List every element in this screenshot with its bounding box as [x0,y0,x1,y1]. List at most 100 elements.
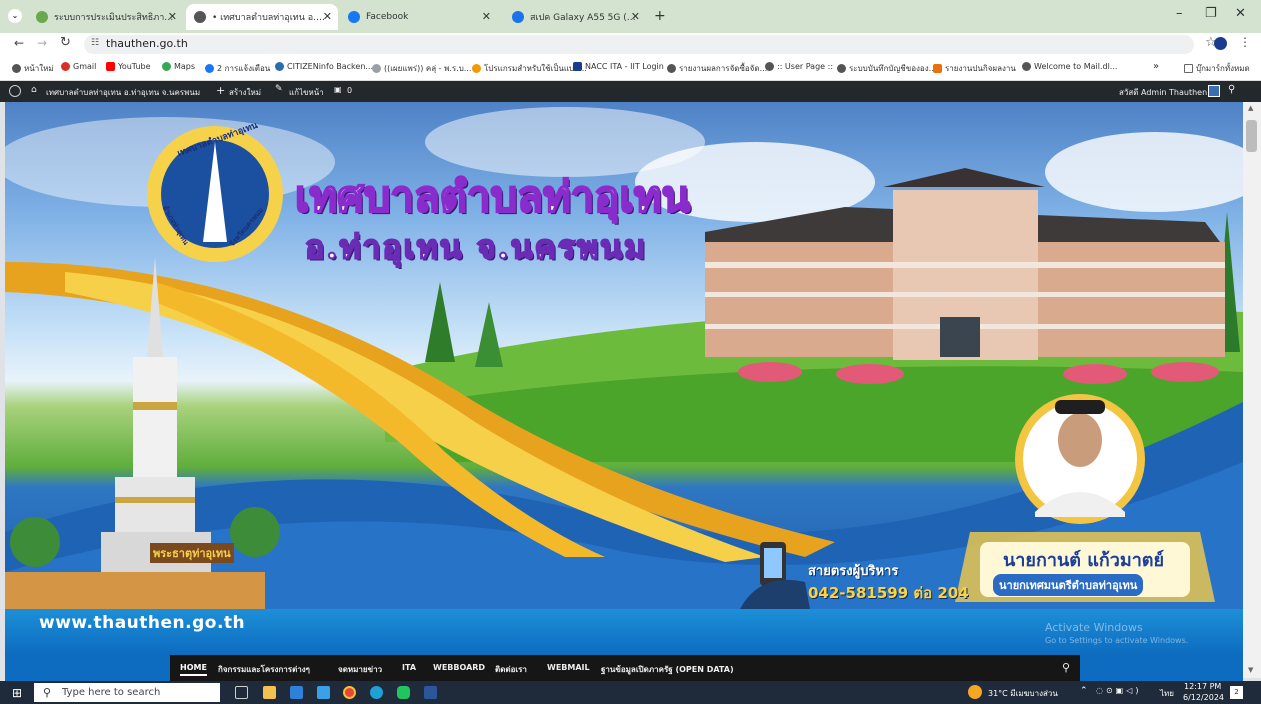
restore-icon[interactable]: ❐ [1205,6,1217,21]
store-icon[interactable] [317,686,330,699]
nav-webmail[interactable]: WEBMAIL [547,663,590,672]
bookmark-item[interactable]: รายงานปนกิจผลงาน [933,62,1016,75]
nav-bg [1080,655,1243,681]
tab-close-icon[interactable]: ✕ [482,10,491,23]
extension-icon[interactable] [1214,37,1227,50]
bookmark-item[interactable]: ((เผยแพร่)) คลุ่ - พ.ร.บ... [372,62,471,75]
wp-admin-bar: ⌂ เทศบาลตำบลท่าอุเทน อ.ท่าอุเทน จ.นครพนม… [0,81,1261,102]
tab-close-icon[interactable]: ✕ [323,10,332,23]
clock-time[interactable]: 12:17 PM [1184,682,1221,691]
tab-3[interactable]: สเปค Galaxy A55 5G (A Awesom ✕ [504,4,646,30]
language-indicator[interactable]: ไทย [1160,687,1174,700]
forward-icon[interactable]: → [37,36,47,50]
taskbar-search-placeholder: Type here to search [62,687,161,698]
bookmark-item[interactable]: CITIZENinfo Backen... [275,62,373,71]
address-bar[interactable]: ☷ thauthen.go.th [84,35,1194,54]
tab-1[interactable]: • เทศบาลตำบลท่าอุเทน อ.ท่าอุเทน จ. ✕ [186,4,338,30]
scroll-up-icon[interactable]: ▲ [1248,104,1253,112]
tab-favicon [36,11,48,23]
bookmark-item[interactable]: :: User Page :: [765,62,833,71]
nav-activities[interactable]: กิจกรรมและโครงการต่างๆ [218,663,310,676]
facebook-icon [205,64,214,73]
all-bookmarks[interactable]: บุ๊กมาร์กทั้งหมด [1184,62,1250,75]
wordpress-icon[interactable] [9,85,21,97]
bookmark-icon [372,64,381,73]
bookmark-item[interactable]: Maps [162,62,195,71]
bookmark-icon [837,64,846,73]
minimize-icon[interactable]: – [1176,6,1183,21]
task-view-icon[interactable] [235,686,248,699]
tab-search-icon[interactable]: ⌄ [8,9,22,23]
tray-icons[interactable]: ◌⊙▣◁) [1096,686,1142,695]
edge-icon[interactable] [370,686,383,699]
scroll-thumb[interactable] [1246,120,1257,152]
wp-search-icon[interactable]: ⚲ [1228,84,1235,95]
tab-0[interactable]: ระบบการประเมินประสิทธิภาพขององค์ ✕ [28,4,183,30]
page-scrollbar[interactable]: ▲ ▼ [1243,102,1261,678]
taskbar-search-input[interactable]: ⚲ Type here to search [34,683,220,702]
bookmark-item[interactable]: YouTube [106,62,151,71]
tab-close-icon[interactable]: ✕ [168,10,177,23]
wp-site-name[interactable]: เทศบาลตำบลท่าอุเทน อ.ท่าอุเทน จ.นครพนม [46,86,200,99]
menu-icon[interactable]: ⋮ [1239,35,1251,49]
bookmarks-overflow[interactable]: » [1153,61,1159,72]
comment-icon[interactable]: ▣ [334,85,342,94]
file-explorer-icon[interactable] [263,686,276,699]
nav-newsletter[interactable]: จดหมายข่าว [338,663,382,676]
new-tab-button[interactable]: + [654,8,666,24]
windows-start-icon[interactable]: ⊞ [12,686,22,700]
notification-count: 2 [1234,688,1239,696]
bookmark-item[interactable]: หน้าใหม่ [12,62,54,75]
bookmark-icon [12,64,21,73]
mail-icon[interactable] [290,686,303,699]
bookmark-item[interactable]: 2 การแจ้งเตือน [205,62,270,75]
bookmark-item[interactable]: NACC ITA - IIT Login [573,62,664,71]
home-icon: ⌂ [31,85,37,95]
search-icon: ⚲ [43,686,52,699]
line-icon[interactable] [397,686,410,699]
nav-home[interactable]: HOME [180,663,207,676]
scroll-down-icon[interactable]: ▼ [1248,666,1253,674]
site-info-icon[interactable]: ☷ [91,38,99,48]
wp-greeting[interactable]: สวัสดี Admin Thauthen [1119,86,1207,99]
weather-icon[interactable] [968,685,982,699]
clock-date[interactable]: 6/12/2024 [1183,693,1224,702]
bookmark-item[interactable]: โปรแกรมสำหรับใช้เป็นแบบ... [472,62,587,75]
nav-open-data[interactable]: ฐานข้อมูลเปิดภาครัฐ (OPEN DATA) [601,663,734,676]
mayor-portrait [1015,394,1145,524]
nav-bg [5,655,170,681]
bookmark-icon [472,64,481,73]
site-subtitle: อ.ท่าอุเทน จ.นครพนม [304,227,648,267]
bookmark-item[interactable]: Welcome to Mail.dl... [1022,62,1117,71]
nav-ita[interactable]: ITA [402,663,416,672]
tab-strip: ⌄ ระบบการประเมินประสิทธิภาพขององค์ ✕ • เ… [0,0,1261,33]
wp-new[interactable]: สร้างใหม่ [229,86,261,99]
wp-edit-page[interactable]: แก้ไขหน้า [289,86,324,99]
nav-contact[interactable]: ติดต่อเรา [495,663,527,676]
bookmark-item[interactable]: ระบบบันทึกบัญชีขององ... [837,62,936,75]
bookmarks-bar: หน้าใหม่ Gmail YouTube Maps 2 การแจ้งเตื… [0,55,1261,81]
main-nav: HOME กิจกรรมและโครงการต่างๆ จดหมายข่าว I… [170,655,1080,681]
close-window-icon[interactable]: ✕ [1235,6,1246,21]
url-text: thauthen.go.th [106,37,188,50]
bookmark-item[interactable]: Gmail [61,62,96,71]
word-icon[interactable] [424,686,437,699]
nav-webboard[interactable]: WEBBOARD [433,663,485,672]
nav-search-icon[interactable]: ⚲ [1062,661,1070,674]
tray-chevron-icon[interactable]: ⌃ [1080,686,1088,696]
browser-toolbar: ← → ↻ ☷ thauthen.go.th ☆ ⋮ [0,33,1261,55]
bookmark-icon [275,62,284,71]
tab-close-icon[interactable]: ✕ [631,10,640,23]
back-icon[interactable]: ← [14,36,24,50]
hotline-label: สายตรงผู้บริหาร [808,564,899,579]
header-banner: เทศบาลตำบลท่าอุเทน อ.ท่าอุเทน จ.นครพนม เ… [5,102,1243,609]
bookmark-item[interactable]: รายงานผลการจัดซื้อจัด... [667,62,767,75]
folder-icon [1184,64,1193,73]
chrome-icon[interactable] [343,686,356,699]
weather-text[interactable]: 31°C มีเมฆบางส่วน [988,687,1058,700]
tab-favicon [194,11,206,23]
reload-icon[interactable]: ↻ [60,35,71,50]
notification-icon[interactable]: 2 [1230,686,1243,699]
tab-2[interactable]: Facebook ✕ [340,4,497,30]
website-url: www.thauthen.go.th [39,613,246,633]
